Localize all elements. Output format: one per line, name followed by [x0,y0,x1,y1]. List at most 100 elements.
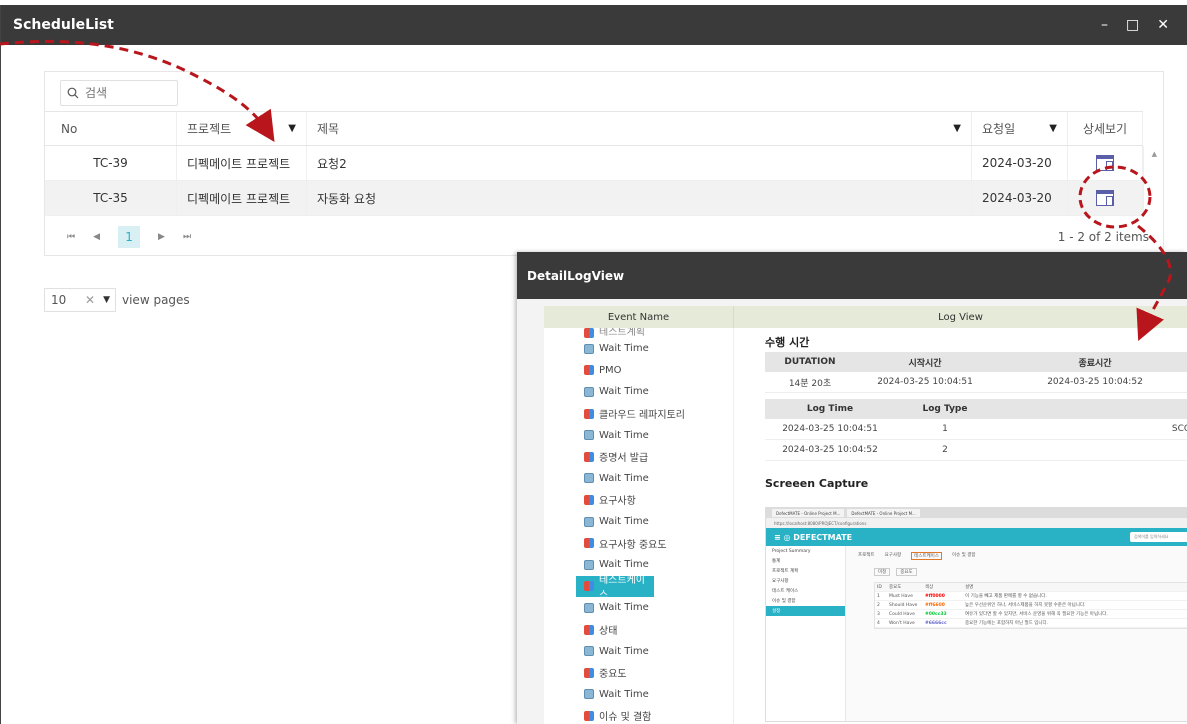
event-label: 요구사항 중요도 [599,539,667,551]
event-name-header: Event Name [544,306,734,328]
capture-sidebar: Project Summary 통계 프로젝트 계획 요구사항 테스트 케이스 … [766,546,846,721]
first-page-icon[interactable]: ⏮ [67,232,75,242]
filter-icon[interactable]: ▼ [1049,123,1057,134]
column-detail[interactable]: 상세보기 [1068,112,1143,145]
capture-grid-cell: 1 [877,593,880,599]
event-list-item[interactable]: Wait Time [544,338,733,360]
capture-grid-row: ID 중요도 색상 설명 [875,583,1187,592]
cell-project: 디펙메이트 프로젝트 [177,181,307,215]
detail-view-icon[interactable] [1096,155,1114,171]
capture-side-item: 요구사항 [772,579,789,584]
column-request-date[interactable]: 요청일 ▼ [972,112,1068,145]
event-list-item[interactable]: 요구사항 [544,489,733,511]
event-list-item[interactable]: 중요도 [544,662,733,684]
duration-value: 14분 20초 [788,378,832,389]
next-page-icon[interactable]: ▶ [158,232,165,242]
capture-grid-cell: Should Have [889,602,918,608]
event-label: Wait Time [599,559,649,571]
clock-icon [584,430,594,441]
close-button[interactable]: ✕ [1157,17,1169,33]
event-list-item[interactable]: 증명서 발급 [544,446,733,468]
capture-url: https://localhost:8080/PROJECT/configura… [774,520,867,526]
capture-grid-cell: #00cc33 [925,611,947,617]
column-title[interactable]: 제목 ▼ [307,112,972,145]
clock-icon [584,473,594,484]
maximize-button[interactable]: □ [1126,17,1139,33]
capture-grid-cell: #6666cc [925,620,947,626]
scroll-up-icon[interactable]: ▲ [1152,150,1157,158]
event-list-item[interactable]: Wait Time [544,511,733,533]
table-row: 14분 20초 2024-03-25 10:04:51 2024-03-25 1… [765,372,1187,393]
capture-side-item: 설정 [766,606,845,616]
exec-time-title: 수행 시간 [765,336,810,349]
event-list-item[interactable]: 테스트계획 [544,328,733,338]
capture-tab: DefectMATE - Online Project M... [772,509,845,517]
event-label: Wait Time [599,645,649,657]
capture-grid: ID 중요도 색상 설명 1 Must Have #ff0000 이 기능을 빼고 제품 판매… [874,582,1187,629]
column-start-time: 시작시간 [908,358,942,369]
capture-grid-cell: Must Have [889,593,913,599]
detail-log-view-titlebar[interactable]: DetailLogView [517,252,1187,299]
filter-icon[interactable]: ▼ [288,123,296,134]
grid-body: TC-39 디펙메이트 프로젝트 요청2 2024-03-20 TC-35 디펙… [45,146,1143,216]
event-list-item[interactable]: Wait Time [544,468,733,490]
log-type-value: 2 [942,445,948,455]
search-box[interactable] [60,80,178,106]
step-icon [584,451,594,462]
event-list-item[interactable]: PMO [544,360,733,382]
clock-icon [584,343,594,354]
last-page-icon[interactable]: ⏭ [183,232,191,242]
table-row[interactable]: TC-35 디펙메이트 프로젝트 자동화 요청 2024-03-20 [45,181,1143,216]
event-label: 이슈 및 결함 [599,712,652,724]
chevron-down-icon[interactable]: ▼ [103,295,110,305]
event-list-item[interactable]: 요구사항 중요도 [544,532,733,554]
prev-page-icon[interactable]: ◀ [93,232,100,242]
event-list-item[interactable]: 클라우드 레파지토리 [544,403,733,425]
event-list-item[interactable]: Wait Time [544,640,733,662]
event-list-item[interactable]: Wait Time [544,684,733,706]
capture-side-item: 테스트 케이스 [772,589,799,594]
page-size-select[interactable]: 10 ✕ ▼ [44,288,116,312]
event-label: 클라우드 레파지토리 [599,410,685,422]
detail-log-view-body: Event Name Log View 테스트계획 Wait Time PMO Wai… [544,306,1187,724]
search-input[interactable] [79,86,159,100]
event-list-item[interactable]: 이슈 및 결함 [544,705,733,724]
column-no[interactable]: No [45,112,177,145]
capture-subtab: 중요도 [896,568,917,576]
capture-tabbar: 프로젝트 요구사항 테스트케이스 이슈 및 결함 [846,546,1187,560]
capture-browser-tabs: DefectMATE - Online Project M... DefectM… [766,508,1187,518]
event-list-item[interactable]: Wait Time [544,424,733,446]
grid-header: No 프로젝트 ▼ 제목 ▼ 요청일 ▼ 상세보기 [45,111,1143,146]
capture-grid-cell: Won't Have [889,620,915,626]
cell-detail [1068,146,1143,180]
table-row[interactable]: TC-39 디펙메이트 프로젝트 요청2 2024-03-20 [45,146,1143,181]
filter-icon[interactable]: ▼ [953,123,961,134]
detail-view-icon[interactable] [1096,190,1114,206]
page-number-button[interactable]: 1 [118,226,141,248]
column-project[interactable]: 프로젝트 ▼ [177,112,307,145]
column-end-time: 종료시간 [1078,358,1112,369]
event-list-item[interactable]: 상태 [544,619,733,641]
step-icon [584,624,594,635]
capture-grid-cell: 4 [877,620,880,626]
event-list-item[interactable]: Wait Time [544,381,733,403]
minimize-button[interactable]: – [1101,17,1108,33]
schedule-list-titlebar[interactable]: ScheduleList – □ ✕ [1,5,1187,45]
detail-header: Event Name Log View [544,306,1187,328]
capture-grid-row: 1 Must Have #ff0000 이 기능을 빼고 제품 판매를 할 수 없습니… [875,592,1187,601]
event-label: Wait Time [599,472,649,484]
event-list: 테스트계획 Wait Time PMO Wait Time 클라우드 레파지토리 Wait… [544,328,734,724]
event-label: 테스트계획 [599,328,645,338]
clear-icon[interactable]: ✕ [85,293,95,307]
capture-grid-cell: #ff0000 [925,593,945,599]
event-list-item[interactable]: 테스트케이스 [576,575,654,601]
step-icon [584,538,594,549]
window-title: DetailLogView [527,268,625,283]
detail-log-view-window: DetailLogView Event Name Log View 테스트계획 W… [517,252,1187,724]
capture-content: 프로젝트 요구사항 테스트케이스 이슈 및 결함 미정 중요도 ID 중요도 색상 설… [846,546,1187,721]
table-row: 2024-03-25 10:04:51 1 SCO [765,419,1187,440]
capture-side-item: 이슈 및 결함 [772,599,796,604]
log-type-value: 1 [942,424,948,434]
cell-no: TC-35 [45,181,177,215]
capture-grid-cell: 설명 [965,585,974,590]
